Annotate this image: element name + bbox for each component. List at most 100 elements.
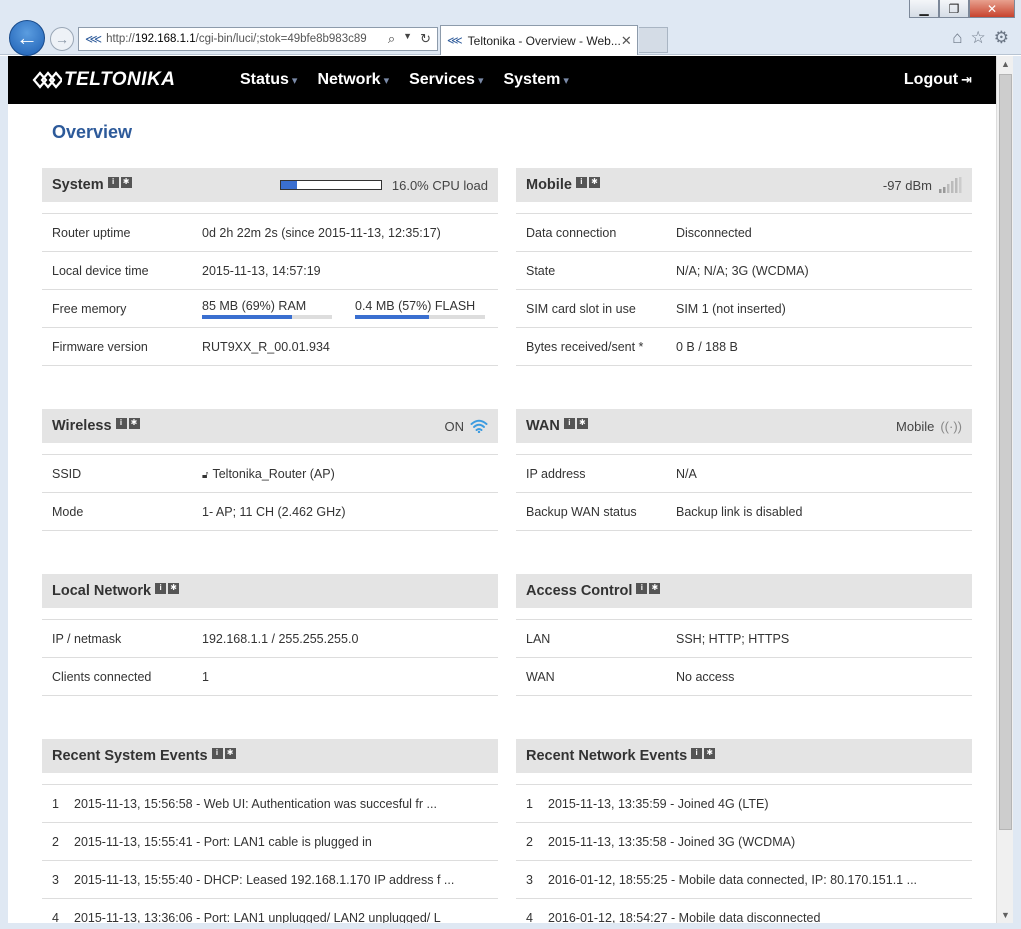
info-row: Firmware version RUT9XX_R_00.01.934 xyxy=(42,328,498,366)
list-item: 3 2016-01-12, 18:55:25 - Mobile data conn… xyxy=(516,861,972,899)
row-key: LAN xyxy=(526,631,551,646)
caret-down-icon: ▾ xyxy=(477,75,484,87)
minimize-icon[interactable]: ▁ xyxy=(909,0,939,18)
row-value: 0 B / 188 B xyxy=(676,339,738,354)
cpu-load-label: 16.0% CPU load xyxy=(391,177,488,193)
search-icon[interactable]: ⌕ xyxy=(388,31,395,47)
wan-status: Mobile xyxy=(896,418,935,434)
row-key: Data connection xyxy=(526,225,617,240)
scroll-down-icon[interactable]: ▼ xyxy=(997,907,1014,923)
info-icon[interactable]: i xyxy=(636,582,648,594)
info-icon[interactable]: i xyxy=(155,582,167,594)
new-tab-button[interactable] xyxy=(639,27,668,53)
address-bar[interactable]: ⋘ http://192.168.1.1/cgi-bin/luci/;stok=… xyxy=(78,27,438,51)
row-value: 1 xyxy=(202,669,209,684)
info-icon[interactable]: i xyxy=(107,176,119,188)
back-button[interactable]: ← xyxy=(9,20,45,56)
window-controls: ▁ ❐ ✕ xyxy=(909,0,1015,18)
cpu-load-bar xyxy=(279,180,382,190)
row-key: Router uptime xyxy=(52,225,131,240)
close-window-icon[interactable]: ✕ xyxy=(969,0,1015,18)
list-item: 2 2015-11-13, 15:55:41 - Port: LAN1 cable… xyxy=(42,823,498,861)
vertical-scrollbar[interactable]: ▲ ▼ xyxy=(996,56,1013,923)
local-network-panel: Local Network i ✱ IP / netmask 192.168.1.1… xyxy=(42,574,498,696)
window-frame-right xyxy=(1013,56,1021,929)
scroll-up-icon[interactable]: ▲ xyxy=(997,56,1014,72)
menu-network-label: Network xyxy=(317,71,381,88)
logout-label: Logout xyxy=(903,71,959,88)
row-key: SSID xyxy=(52,466,82,481)
settings-icon[interactable]: ✱ xyxy=(704,747,716,759)
row-value: Disconnected xyxy=(676,225,752,240)
menu-status[interactable]: Status ▾ xyxy=(230,71,307,89)
info-icon[interactable]: i xyxy=(211,747,223,759)
info-icon[interactable]: i xyxy=(115,417,127,429)
panel-title: Local Network xyxy=(52,583,152,599)
cpu-load-fill xyxy=(280,181,297,189)
panel-header: System i ✱ 16.0% CPU load xyxy=(42,168,498,202)
ram-label: 85 MB (69%) RAM xyxy=(202,298,307,313)
settings-icon[interactable]: ✱ xyxy=(576,417,588,429)
row-key: IP / netmask xyxy=(52,631,122,646)
page-viewport: TELTONIKA Status ▾ Network ▾ Services ▾ Sys… xyxy=(8,56,996,923)
menu-network[interactable]: Network ▾ xyxy=(307,71,399,89)
settings-icon[interactable]: ✱ xyxy=(649,582,661,594)
settings-gear-icon[interactable]: ⚙ xyxy=(994,28,1009,48)
list-item: 3 2015-11-13, 15:55:40 - DHCP: Leased 192… xyxy=(42,861,498,899)
event-text: 2015-11-13, 15:55:41 - Port: LAN1 cable … xyxy=(74,834,372,849)
event-number: 3 xyxy=(52,872,59,887)
refresh-icon[interactable]: ↻ xyxy=(420,31,431,47)
wan-panel: WAN i ✱ Mobile ((·)) IP address N/A Backup… xyxy=(516,409,972,531)
menu-system[interactable]: System ▾ xyxy=(493,71,578,89)
logout-button[interactable]: Logout ⇥ xyxy=(904,71,972,89)
top-navigation: TELTONIKA Status ▾ Network ▾ Services ▾ Sys… xyxy=(8,56,996,104)
event-text: 2015-11-13, 13:36:06 - Port: LAN1 unplug… xyxy=(74,910,441,924)
settings-icon[interactable]: ✱ xyxy=(128,417,140,429)
home-icon[interactable]: ⌂ xyxy=(952,28,962,48)
forward-button[interactable]: → xyxy=(50,27,74,51)
panel-header: WAN i ✱ Mobile ((·)) xyxy=(516,409,972,443)
flash-label: 0.4 MB (57%) FLASH xyxy=(355,298,476,313)
settings-icon[interactable]: ✱ xyxy=(588,176,600,188)
list-item: 1 2015-11-13, 13:35:59 - Joined 4G (LTE) xyxy=(516,785,972,823)
info-row: IP / netmask 192.168.1.1 / 255.255.255.0 xyxy=(42,620,498,658)
teltonika-logo[interactable]: TELTONIKA xyxy=(32,68,222,92)
dropdown-icon[interactable]: ▼ xyxy=(403,31,412,47)
event-number: 1 xyxy=(526,796,533,811)
browser-tab[interactable]: ⋘ Teltonika - Overview - Web... ✕ xyxy=(440,25,638,55)
panel-title: Wireless xyxy=(52,418,112,434)
menu-services-label: Services xyxy=(409,71,475,88)
tab-close-icon[interactable]: ✕ xyxy=(621,33,632,49)
menu-status-label: Status xyxy=(240,71,289,88)
settings-icon[interactable]: ✱ xyxy=(168,582,180,594)
recent-network-events-panel: Recent Network Events i ✱ 1 2015-11-13, 13… xyxy=(516,739,972,923)
info-row: Router uptime 0d 2h 22m 2s (since 2015-11… xyxy=(42,214,498,252)
wireless-panel: Wireless i ✱ ON SSID 🔓︎ Teltonika_Router (A… xyxy=(42,409,498,531)
settings-icon[interactable]: ✱ xyxy=(224,747,236,759)
wireless-status: ON xyxy=(444,418,465,434)
favorites-star-icon[interactable]: ☆ xyxy=(971,28,986,48)
panel-title: Mobile xyxy=(526,177,572,193)
info-row: Free memory 85 MB (69%) RAM 0.4 MB (57%)… xyxy=(42,290,498,328)
event-number: 3 xyxy=(526,872,533,887)
window-frame-left xyxy=(0,56,8,929)
info-icon[interactable]: i xyxy=(563,417,575,429)
list-item: 1 2015-11-13, 15:56:58 - Web UI: Authenti… xyxy=(42,785,498,823)
info-icon[interactable]: i xyxy=(691,747,703,759)
menu-services[interactable]: Services ▾ xyxy=(399,71,493,89)
row-value: 0d 2h 22m 2s (since 2015-11-13, 12:35:17… xyxy=(202,225,441,240)
panel-header: Local Network i ✱ xyxy=(42,574,498,608)
maximize-icon[interactable]: ❐ xyxy=(939,0,969,18)
row-value: RUT9XX_R_00.01.934 xyxy=(202,339,330,354)
scroll-thumb[interactable] xyxy=(999,74,1012,830)
list-item: 4 2016-01-12, 18:54:27 - Mobile data disc… xyxy=(516,899,972,924)
event-text: 2016-01-12, 18:55:25 - Mobile data conne… xyxy=(548,872,918,887)
page-title: Overview xyxy=(52,122,133,142)
settings-icon[interactable]: ✱ xyxy=(120,176,132,188)
info-icon[interactable]: i xyxy=(575,176,587,188)
row-value: No access xyxy=(676,669,735,684)
menu-system-label: System xyxy=(503,71,561,88)
event-text: 2016-01-12, 18:54:27 - Mobile data disco… xyxy=(548,910,821,924)
flash-bar xyxy=(355,314,485,319)
row-key: WAN xyxy=(526,669,555,684)
